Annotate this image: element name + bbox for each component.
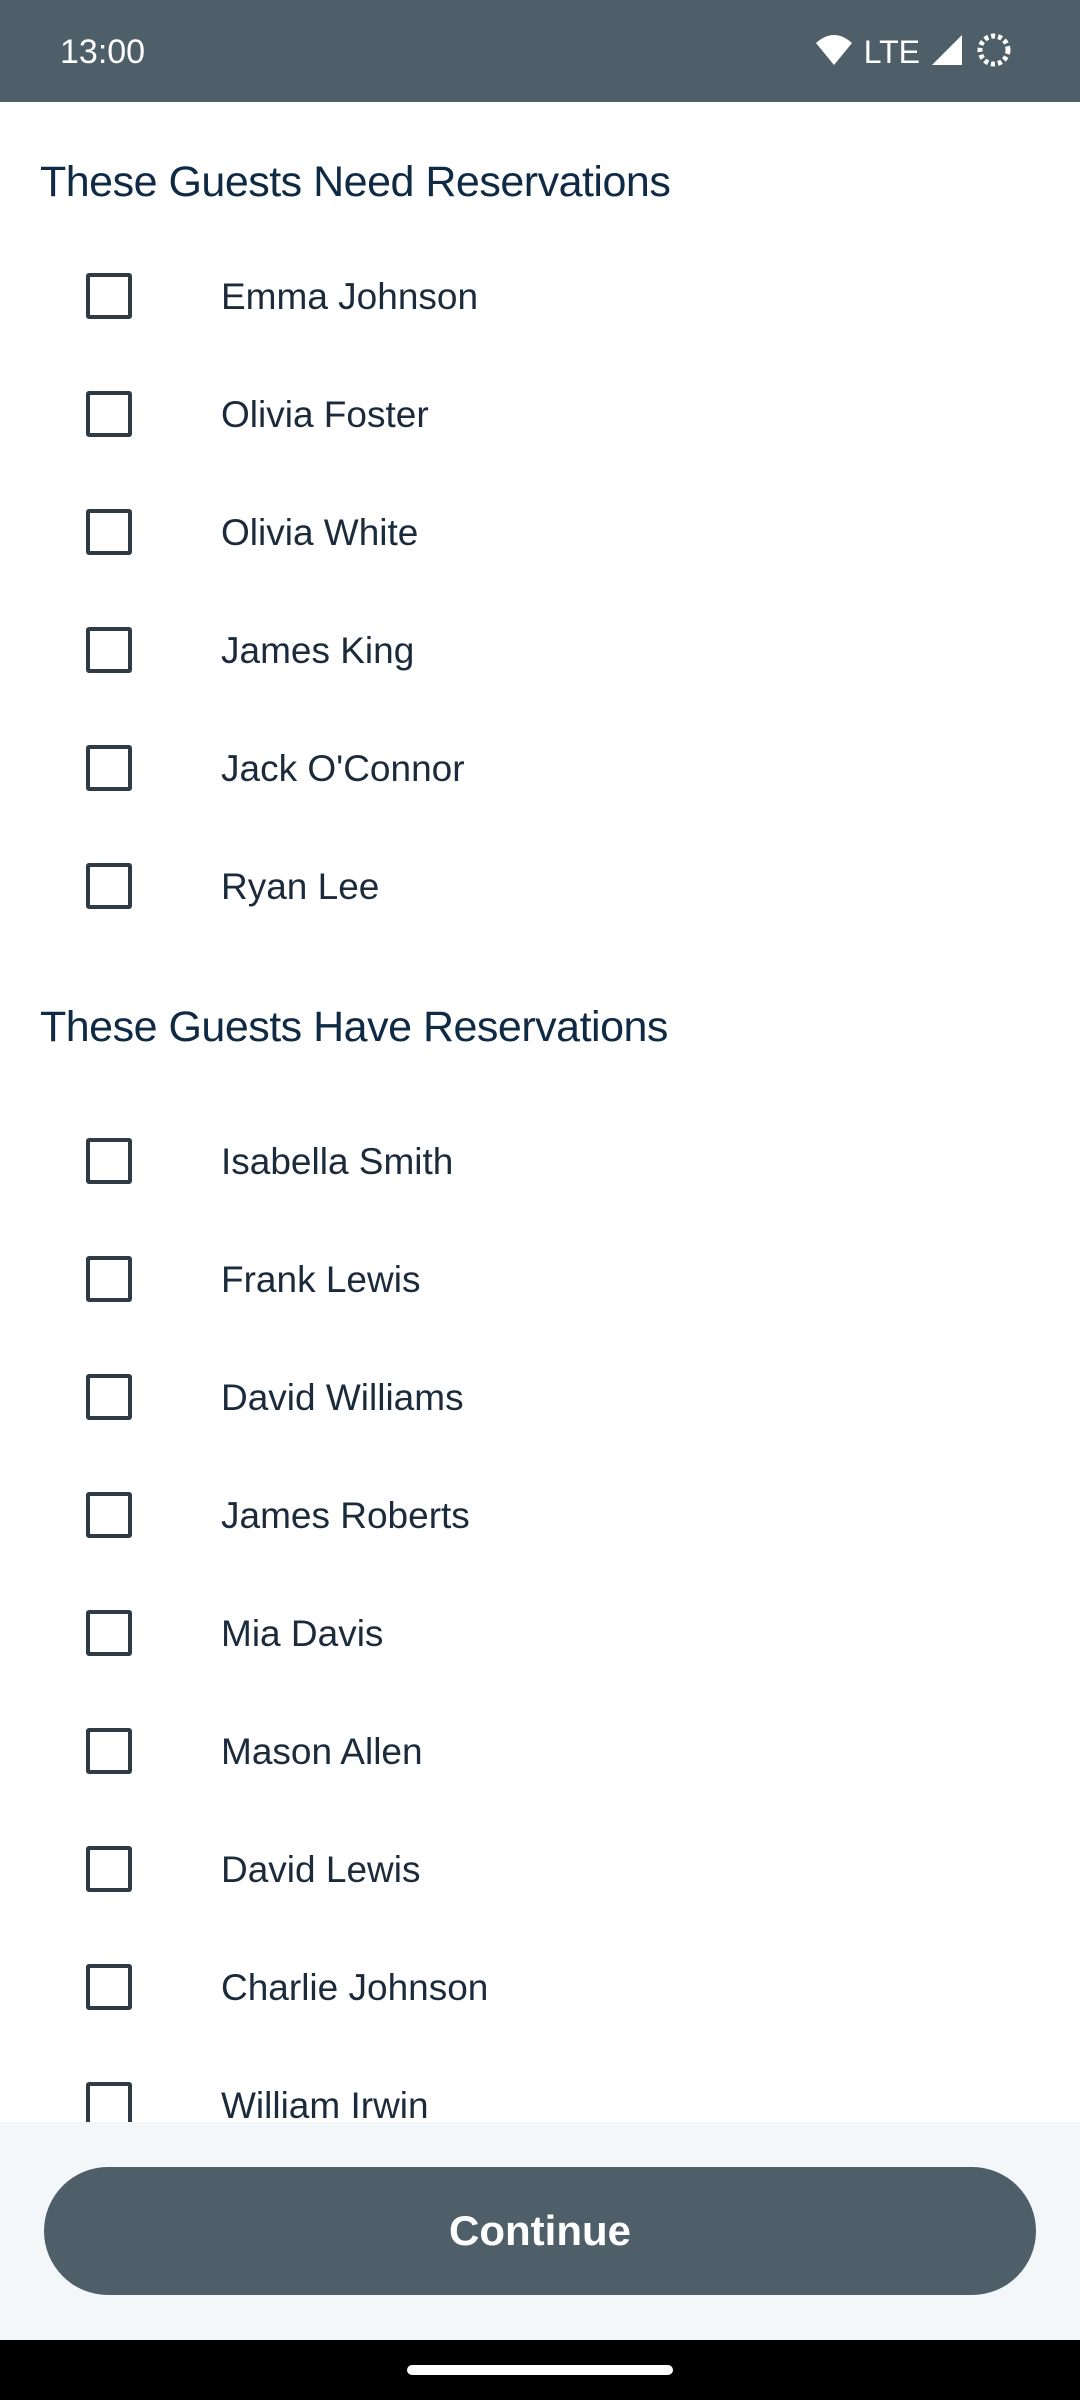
guest-name: Mason Allen — [221, 1731, 423, 1772]
guest-name: Jack O'Connor — [221, 748, 465, 789]
guest-name: David Williams — [221, 1377, 464, 1418]
guest-row[interactable]: James Roberts — [0, 1458, 1080, 1576]
guest-checkbox[interactable] — [86, 1846, 132, 1892]
guest-name: Isabella Smith — [221, 1141, 454, 1182]
guest-checkbox[interactable] — [86, 1964, 132, 2010]
guest-row[interactable]: Ryan Lee — [0, 829, 1080, 947]
guest-name: David Lewis — [221, 1849, 421, 1890]
guest-name: Ryan Lee — [221, 866, 380, 907]
guest-checkbox[interactable] — [86, 391, 132, 437]
wifi-icon — [814, 33, 854, 72]
guest-row[interactable]: David Lewis — [0, 1812, 1080, 1930]
guest-checkbox[interactable] — [86, 863, 132, 909]
status-time: 13:00 — [60, 33, 146, 71]
bottom-action-panel: Continue — [0, 2122, 1080, 2340]
battery-icon — [974, 30, 1014, 75]
section-title-need-reservations: These Guests Need Reservations — [40, 158, 671, 206]
guest-row[interactable]: Frank Lewis — [0, 1222, 1080, 1340]
signal-icon — [930, 33, 964, 72]
guest-checkbox[interactable] — [86, 1256, 132, 1302]
home-gesture-handle[interactable] — [407, 2365, 673, 2375]
guest-row[interactable]: Olivia White — [0, 475, 1080, 593]
guest-row[interactable]: James King — [0, 593, 1080, 711]
guest-row[interactable]: Olivia Foster — [0, 357, 1080, 475]
guest-checkbox[interactable] — [86, 1728, 132, 1774]
system-navigation-bar — [0, 2340, 1080, 2400]
guest-checkbox[interactable] — [86, 1492, 132, 1538]
guest-name: James King — [221, 630, 415, 671]
status-bar: 13:00 LTE — [0, 0, 1080, 102]
guest-row[interactable]: William Irwin — [0, 2048, 1080, 2122]
guest-row[interactable]: Jack O'Connor — [0, 711, 1080, 829]
guest-name: Frank Lewis — [221, 1259, 421, 1300]
guest-row[interactable]: Charlie Johnson — [0, 1930, 1080, 2048]
continue-button[interactable]: Continue — [44, 2167, 1036, 2295]
status-icons: LTE — [814, 28, 1014, 76]
guest-row[interactable]: Isabella Smith — [0, 1104, 1080, 1222]
guest-row[interactable]: Emma Johnson — [0, 239, 1080, 357]
guest-checkbox[interactable] — [86, 745, 132, 791]
section-title-have-reservations: These Guests Have Reservations — [40, 1003, 668, 1051]
guest-row[interactable]: David Williams — [0, 1340, 1080, 1458]
guest-checkbox[interactable] — [86, 273, 132, 319]
guest-checkbox[interactable] — [86, 509, 132, 555]
guest-row[interactable]: Mia Davis — [0, 1576, 1080, 1694]
guest-checkbox[interactable] — [86, 1374, 132, 1420]
guest-checkbox[interactable] — [86, 1610, 132, 1656]
guest-name: Mia Davis — [221, 1613, 384, 1654]
guest-name: James Roberts — [221, 1495, 470, 1536]
guest-name: William Irwin — [221, 2085, 429, 2122]
guest-checkbox[interactable] — [86, 2082, 132, 2122]
guest-name: Charlie Johnson — [221, 1967, 489, 2008]
guest-checkbox[interactable] — [86, 1138, 132, 1184]
guest-checkbox[interactable] — [86, 627, 132, 673]
guest-name: Emma Johnson — [221, 276, 479, 317]
guest-row[interactable]: Mason Allen — [0, 1694, 1080, 1812]
guest-name: Olivia White — [221, 512, 419, 553]
guest-name: Olivia Foster — [221, 394, 429, 435]
guest-list-scroll-area[interactable]: These Guests Need Reservations Emma John… — [0, 102, 1080, 2122]
network-type-label: LTE — [863, 33, 920, 70]
